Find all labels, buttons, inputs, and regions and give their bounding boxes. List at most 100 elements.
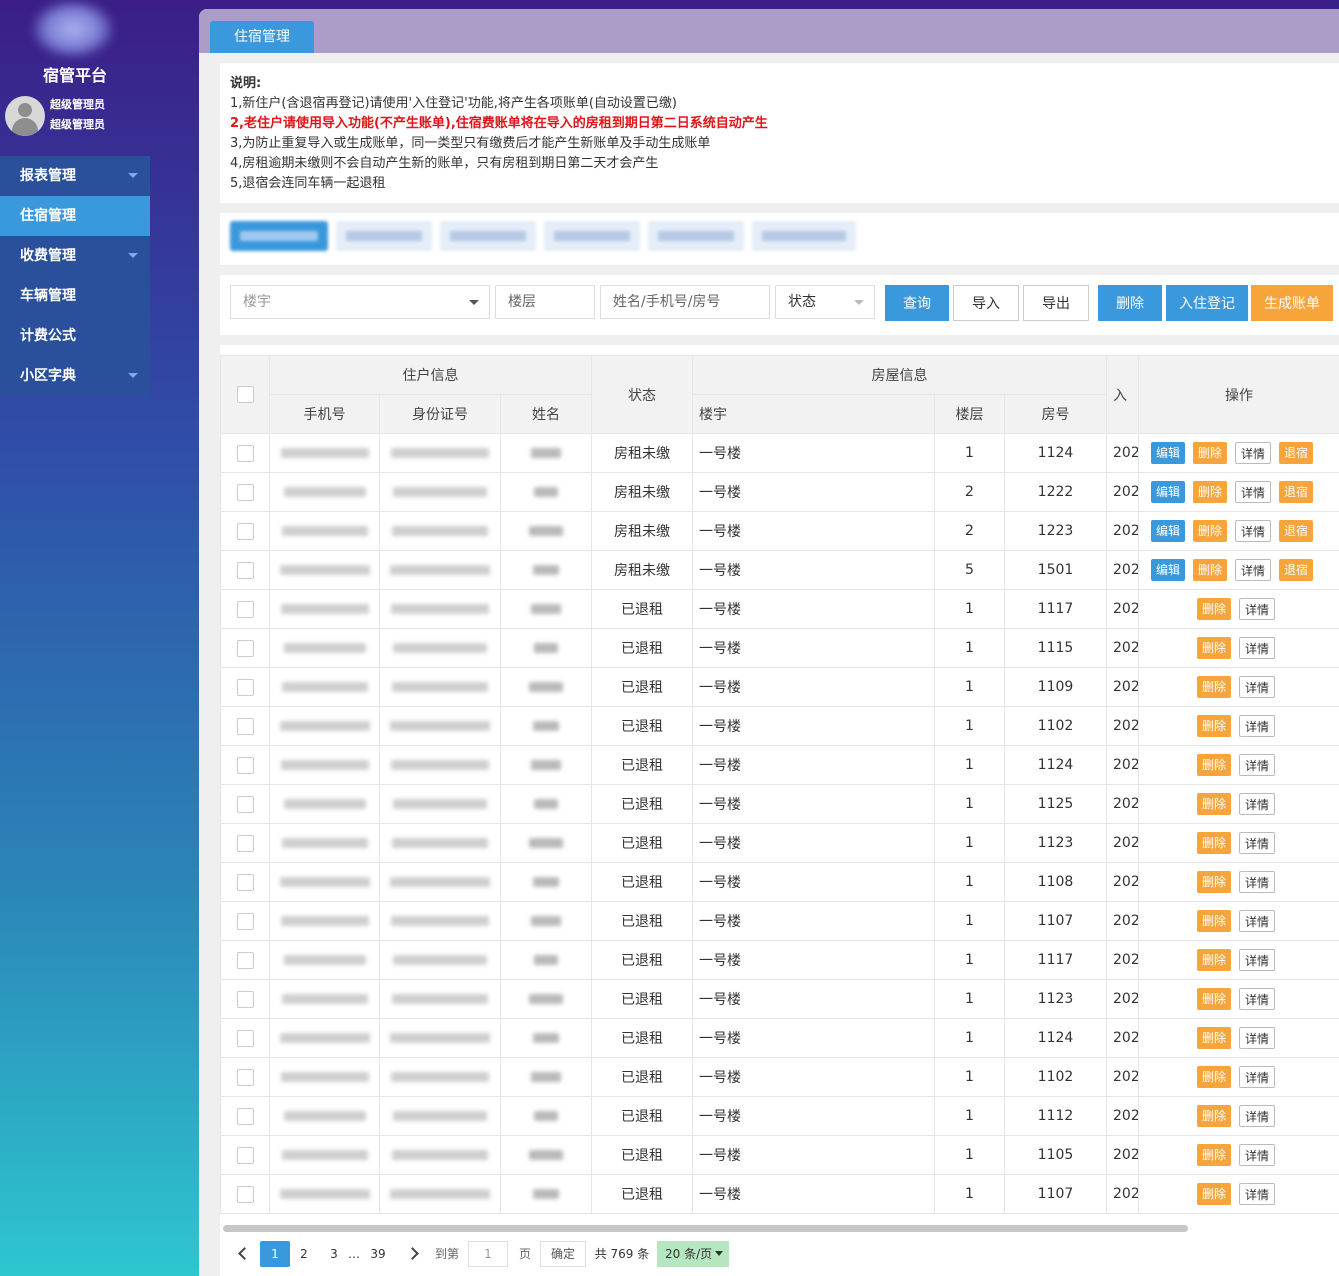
checkout-button[interactable]: 退宿 (1279, 481, 1314, 503)
row-delete-button[interactable]: 删除 (1197, 832, 1232, 854)
row-checkbox[interactable] (236, 795, 254, 813)
detail-button[interactable]: 详情 (1239, 1027, 1276, 1049)
generate-bill-button[interactable]: 生成账单 (1251, 285, 1333, 321)
edit-button[interactable]: 编辑 (1151, 481, 1186, 503)
status-select[interactable]: 状态 (775, 285, 875, 319)
export-button[interactable]: 导出 (1023, 285, 1089, 321)
sidebar-item-2[interactable]: 收费管理 (0, 236, 150, 276)
sidebar-item-3[interactable]: 车辆管理 (0, 276, 150, 316)
detail-button[interactable]: 详情 (1239, 949, 1276, 971)
row-checkbox[interactable] (236, 1107, 254, 1125)
row-delete-button[interactable]: 删除 (1197, 871, 1232, 893)
row-checkbox[interactable] (236, 483, 254, 501)
row-delete-button[interactable]: 删除 (1197, 754, 1232, 776)
tab-housing[interactable]: 住宿管理 (210, 21, 314, 53)
row-checkbox[interactable] (236, 522, 254, 540)
next-page-icon[interactable] (406, 1247, 419, 1260)
row-delete-button[interactable]: 删除 (1197, 637, 1232, 659)
horizontal-scrollbar[interactable] (223, 1225, 1188, 1232)
sidebar-item-4[interactable]: 计费公式 (0, 316, 150, 356)
checkin-button[interactable]: 入住登记 (1166, 285, 1248, 321)
row-checkbox[interactable] (236, 678, 254, 696)
detail-button[interactable]: 详情 (1239, 1105, 1276, 1127)
row-delete-button[interactable]: 删除 (1197, 910, 1232, 932)
detail-button[interactable]: 详情 (1239, 793, 1276, 815)
delete-button[interactable]: 删除 (1098, 285, 1162, 321)
page-1[interactable]: 1 (260, 1241, 290, 1267)
sidebar-item-0[interactable]: 报表管理 (0, 156, 150, 196)
goto-confirm-button[interactable]: 确定 (540, 1241, 586, 1267)
row-checkbox[interactable] (236, 717, 254, 735)
row-checkbox[interactable] (236, 444, 254, 462)
import-button[interactable]: 导入 (953, 285, 1019, 321)
row-delete-button[interactable]: 删除 (1193, 520, 1228, 542)
detail-button[interactable]: 详情 (1235, 520, 1272, 542)
row-delete-button[interactable]: 删除 (1197, 715, 1232, 737)
detail-button[interactable]: 详情 (1239, 715, 1276, 737)
row-checkbox[interactable] (236, 600, 254, 618)
sub-tab[interactable] (752, 221, 856, 251)
detail-button[interactable]: 详情 (1239, 871, 1276, 893)
row-delete-button[interactable]: 删除 (1197, 793, 1232, 815)
detail-button[interactable]: 详情 (1239, 754, 1276, 776)
detail-button[interactable]: 详情 (1239, 1183, 1276, 1205)
row-checkbox[interactable] (236, 561, 254, 579)
detail-button[interactable]: 详情 (1239, 1066, 1276, 1088)
row-delete-button[interactable]: 删除 (1197, 676, 1232, 698)
sub-tab[interactable] (544, 221, 640, 251)
floor-input[interactable]: 楼层 (495, 285, 595, 319)
row-checkbox[interactable] (236, 639, 254, 657)
row-delete-button[interactable]: 删除 (1197, 1144, 1232, 1166)
checkout-button[interactable]: 退宿 (1279, 559, 1314, 581)
row-delete-button[interactable]: 删除 (1197, 988, 1232, 1010)
sub-tab[interactable] (230, 221, 328, 251)
row-checkbox[interactable] (236, 1068, 254, 1086)
checkout-button[interactable]: 退宿 (1279, 442, 1314, 464)
detail-button[interactable]: 详情 (1239, 832, 1276, 854)
row-delete-button[interactable]: 删除 (1197, 1066, 1232, 1088)
detail-button[interactable]: 详情 (1239, 637, 1276, 659)
row-delete-button[interactable]: 删除 (1197, 1183, 1232, 1205)
row-checkbox[interactable] (236, 873, 254, 891)
row-delete-button[interactable]: 删除 (1197, 949, 1232, 971)
row-checkbox[interactable] (236, 951, 254, 969)
row-checkbox[interactable] (236, 756, 254, 774)
sub-tab[interactable] (336, 221, 432, 251)
row-checkbox[interactable] (236, 1185, 254, 1203)
goto-page-input[interactable]: 1 (468, 1241, 508, 1267)
row-checkbox[interactable] (236, 834, 254, 852)
page-size-select[interactable]: 20 条/页 (657, 1241, 729, 1267)
row-delete-button[interactable]: 删除 (1193, 559, 1228, 581)
prev-page-icon[interactable] (238, 1247, 251, 1260)
page-3[interactable]: 3 (324, 1241, 344, 1267)
building-select[interactable]: 楼宇 (230, 285, 490, 319)
row-checkbox[interactable] (236, 912, 254, 930)
row-checkbox[interactable] (236, 1146, 254, 1164)
row-checkbox[interactable] (236, 1029, 254, 1047)
row-delete-button[interactable]: 删除 (1197, 1027, 1232, 1049)
detail-button[interactable]: 详情 (1239, 988, 1276, 1010)
row-checkbox[interactable] (236, 990, 254, 1008)
sub-tab[interactable] (648, 221, 744, 251)
detail-button[interactable]: 详情 (1235, 559, 1272, 581)
edit-button[interactable]: 编辑 (1151, 442, 1186, 464)
sub-tab[interactable] (440, 221, 536, 251)
row-delete-button[interactable]: 删除 (1197, 1105, 1232, 1127)
sidebar-item-1[interactable]: 住宿管理 (0, 196, 150, 236)
row-delete-button[interactable]: 删除 (1193, 442, 1228, 464)
detail-button[interactable]: 详情 (1239, 1144, 1276, 1166)
edit-button[interactable]: 编辑 (1151, 559, 1186, 581)
detail-button[interactable]: 详情 (1235, 442, 1272, 464)
detail-button[interactable]: 详情 (1239, 676, 1276, 698)
select-all-checkbox[interactable] (236, 386, 254, 403)
detail-button[interactable]: 详情 (1235, 481, 1272, 503)
row-delete-button[interactable]: 删除 (1197, 598, 1232, 620)
keyword-input[interactable]: 姓名/手机号/房号 (600, 285, 770, 319)
page-2[interactable]: 2 (294, 1241, 314, 1267)
query-button[interactable]: 查询 (885, 285, 949, 321)
detail-button[interactable]: 详情 (1239, 598, 1276, 620)
edit-button[interactable]: 编辑 (1151, 520, 1186, 542)
page-last[interactable]: 39 (366, 1241, 390, 1267)
detail-button[interactable]: 详情 (1239, 910, 1276, 932)
checkout-button[interactable]: 退宿 (1279, 520, 1314, 542)
